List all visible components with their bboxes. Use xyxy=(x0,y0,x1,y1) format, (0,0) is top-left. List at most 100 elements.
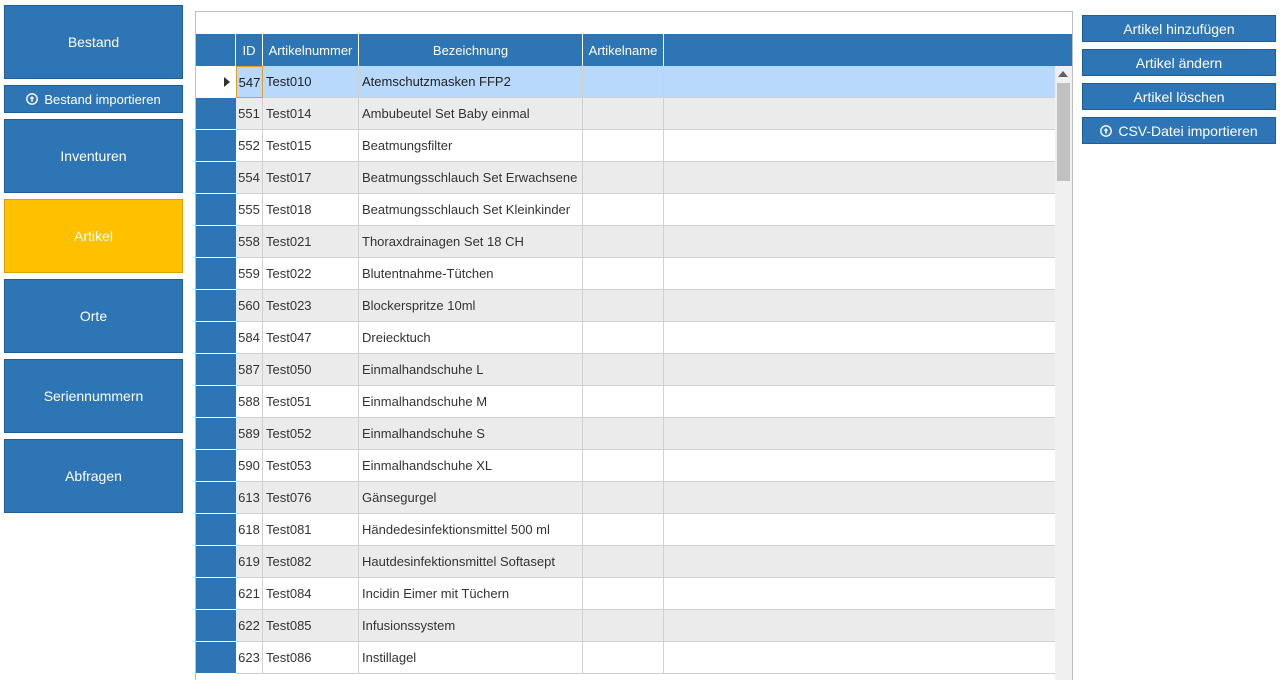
cell-artikelname[interactable] xyxy=(583,258,664,290)
table-row[interactable]: 554 Test017 Beatmungsschlauch Set Erwachse… xyxy=(196,162,1056,194)
row-header[interactable] xyxy=(196,130,236,162)
table-row[interactable]: 590 Test053 Einmalhandschuhe XL xyxy=(196,450,1056,482)
row-header[interactable] xyxy=(196,354,236,386)
cell-artikelnummer[interactable]: Test017 xyxy=(263,162,359,194)
cell-bezeichnung[interactable]: Einmalhandschuhe S xyxy=(359,418,583,450)
cell-artikelname[interactable] xyxy=(583,98,664,130)
cell-artikelnummer[interactable]: Test052 xyxy=(263,418,359,450)
artikel-aendern-button[interactable]: Artikel ändern xyxy=(1082,49,1276,76)
cell-artikelnummer[interactable]: Test053 xyxy=(263,450,359,482)
cell-id[interactable]: 552 xyxy=(236,130,263,162)
cell-artikelname[interactable] xyxy=(583,418,664,450)
bestand-importieren-button[interactable]: Bestand importieren xyxy=(4,85,183,113)
cell-id[interactable]: 587 xyxy=(236,354,263,386)
cell-artikelnummer[interactable]: Test076 xyxy=(263,482,359,514)
cell-bezeichnung[interactable]: Einmalhandschuhe L xyxy=(359,354,583,386)
cell-bezeichnung[interactable]: Hautdesinfektionsmittel Softasept xyxy=(359,546,583,578)
cell-id[interactable]: 589 xyxy=(236,418,263,450)
row-header[interactable] xyxy=(196,290,236,322)
cell-id[interactable]: 554 xyxy=(236,162,263,194)
cell-artikelname[interactable] xyxy=(583,514,664,546)
article-grid[interactable]: ID Artikelnummer Bezeichnung Artikelname… xyxy=(195,34,1073,680)
cell-artikelnummer[interactable]: Test051 xyxy=(263,386,359,418)
cell-bezeichnung[interactable]: Blockerspritze 10ml xyxy=(359,290,583,322)
grid-scrollbar[interactable] xyxy=(1055,66,1072,680)
cell-artikelname[interactable] xyxy=(583,162,664,194)
cell-bezeichnung[interactable]: Gänsegurgel xyxy=(359,482,583,514)
cell-artikelnummer[interactable]: Test015 xyxy=(263,130,359,162)
cell-bezeichnung[interactable]: Beatmungsschlauch Set Kleinkinder xyxy=(359,194,583,226)
cell-bezeichnung[interactable]: Händedesinfektionsmittel 500 ml xyxy=(359,514,583,546)
column-header-artikelname[interactable]: Artikelname xyxy=(583,34,664,66)
nav-seriennummern-button[interactable]: Seriennummern xyxy=(4,359,183,433)
cell-id[interactable]: 560 xyxy=(236,290,263,322)
cell-id[interactable]: 547 xyxy=(236,66,263,98)
cell-artikelnummer[interactable]: Test047 xyxy=(263,322,359,354)
scroll-up-arrow-icon[interactable] xyxy=(1058,71,1068,77)
table-row[interactable]: 584 Test047 Dreiecktuch xyxy=(196,322,1056,354)
cell-bezeichnung[interactable]: Incidin Eimer mit Tüchern xyxy=(359,578,583,610)
cell-bezeichnung[interactable]: Ambubeutel Set Baby einmal xyxy=(359,98,583,130)
table-row[interactable]: 555 Test018 Beatmungsschlauch Set Kleinkin… xyxy=(196,194,1056,226)
nav-bestand-button[interactable]: Bestand xyxy=(4,5,183,79)
cell-artikelnummer[interactable]: Test010 xyxy=(263,66,359,98)
cell-id[interactable]: 622 xyxy=(236,610,263,642)
cell-artikelname[interactable] xyxy=(583,386,664,418)
cell-artikelname[interactable] xyxy=(583,322,664,354)
cell-bezeichnung[interactable]: Dreiecktuch xyxy=(359,322,583,354)
table-row[interactable]: 547 Test010 Atemschutzmasken FFP2 xyxy=(196,66,1056,98)
cell-artikelnummer[interactable]: Test085 xyxy=(263,610,359,642)
cell-artikelnummer[interactable]: Test081 xyxy=(263,514,359,546)
row-header[interactable] xyxy=(196,258,236,290)
cell-artikelnummer[interactable]: Test023 xyxy=(263,290,359,322)
cell-artikelname[interactable] xyxy=(583,290,664,322)
column-header-bezeichnung[interactable]: Bezeichnung xyxy=(359,34,583,66)
cell-artikelname[interactable] xyxy=(583,482,664,514)
cell-artikelname[interactable] xyxy=(583,610,664,642)
cell-artikelnummer[interactable]: Test084 xyxy=(263,578,359,610)
cell-artikelnummer[interactable]: Test018 xyxy=(263,194,359,226)
nav-artikel-button[interactable]: Artikel xyxy=(4,199,183,273)
column-header-artikelnummer[interactable]: Artikelnummer xyxy=(263,34,359,66)
row-header[interactable] xyxy=(196,482,236,514)
row-header[interactable] xyxy=(196,226,236,258)
cell-artikelnummer[interactable]: Test082 xyxy=(263,546,359,578)
table-row[interactable]: 588 Test051 Einmalhandschuhe M xyxy=(196,386,1056,418)
cell-bezeichnung[interactable]: Atemschutzmasken FFP2 xyxy=(359,66,583,98)
row-header[interactable] xyxy=(196,386,236,418)
row-header[interactable] xyxy=(196,418,236,450)
row-header[interactable] xyxy=(196,98,236,130)
row-header[interactable] xyxy=(196,162,236,194)
nav-inventuren-button[interactable]: Inventuren xyxy=(4,119,183,193)
cell-artikelnummer[interactable]: Test014 xyxy=(263,98,359,130)
table-row[interactable]: 623 Test086 Instillagel xyxy=(196,642,1056,674)
table-row[interactable]: 621 Test084 Incidin Eimer mit Tüchern xyxy=(196,578,1056,610)
cell-bezeichnung[interactable]: Einmalhandschuhe XL xyxy=(359,450,583,482)
row-header[interactable] xyxy=(196,610,236,642)
cell-artikelnummer[interactable]: Test050 xyxy=(263,354,359,386)
artikel-loeschen-button[interactable]: Artikel löschen xyxy=(1082,83,1276,110)
cell-bezeichnung[interactable]: Beatmungsschlauch Set Erwachsene xyxy=(359,162,583,194)
row-header[interactable] xyxy=(196,450,236,482)
table-row[interactable]: 613 Test076 Gänsegurgel xyxy=(196,482,1056,514)
cell-id[interactable]: 613 xyxy=(236,482,263,514)
row-header[interactable] xyxy=(196,578,236,610)
cell-bezeichnung[interactable]: Einmalhandschuhe M xyxy=(359,386,583,418)
cell-id[interactable]: 551 xyxy=(236,98,263,130)
cell-id[interactable]: 588 xyxy=(236,386,263,418)
cell-id[interactable]: 590 xyxy=(236,450,263,482)
cell-artikelnummer[interactable]: Test022 xyxy=(263,258,359,290)
nav-abfragen-button[interactable]: Abfragen xyxy=(4,439,183,513)
table-row[interactable]: 559 Test022 Blutentnahme-Tütchen xyxy=(196,258,1056,290)
cell-artikelname[interactable] xyxy=(583,130,664,162)
row-header[interactable] xyxy=(196,194,236,226)
cell-id[interactable]: 559 xyxy=(236,258,263,290)
table-row[interactable]: 622 Test085 Infusionssystem xyxy=(196,610,1056,642)
cell-artikelname[interactable] xyxy=(583,546,664,578)
cell-bezeichnung[interactable]: Blutentnahme-Tütchen xyxy=(359,258,583,290)
row-header[interactable] xyxy=(196,66,236,98)
cell-artikelname[interactable] xyxy=(583,450,664,482)
row-header[interactable] xyxy=(196,546,236,578)
cell-artikelnummer[interactable]: Test086 xyxy=(263,642,359,674)
cell-bezeichnung[interactable]: Instillagel xyxy=(359,642,583,674)
